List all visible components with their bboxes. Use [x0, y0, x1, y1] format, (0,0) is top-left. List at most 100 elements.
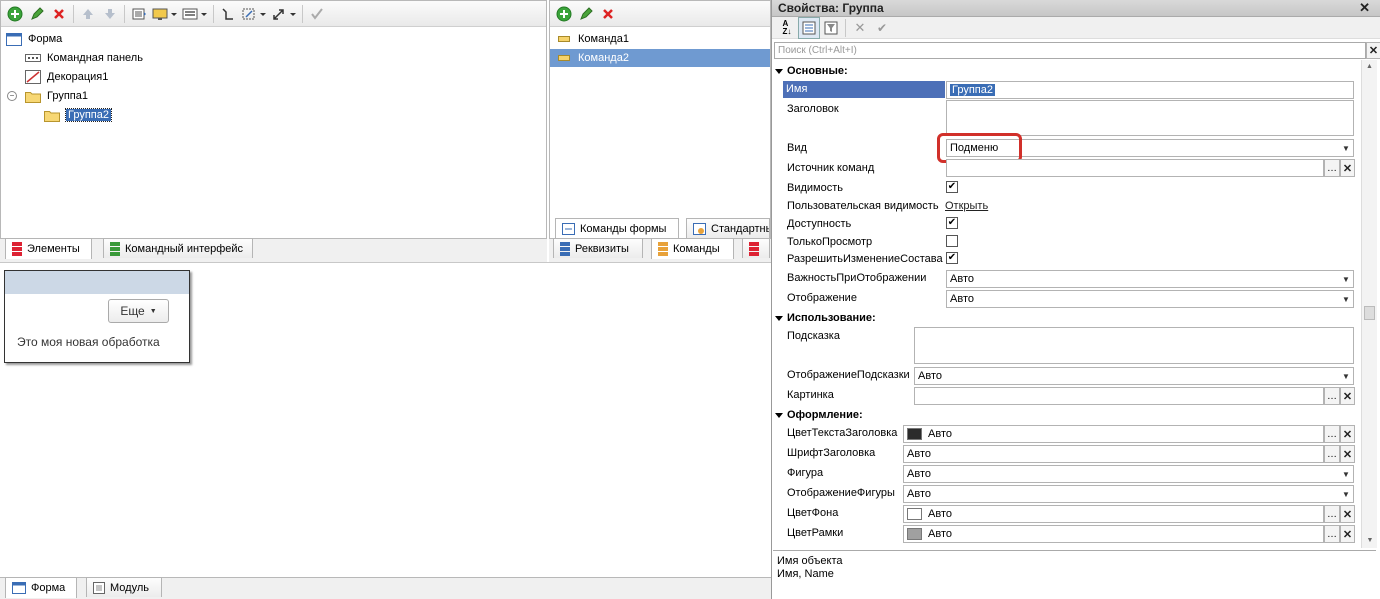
description-text: Имя, Name [777, 568, 834, 580]
tree-item-group1[interactable]: − Группа1 [7, 87, 88, 105]
tree-item-group2[interactable]: Группа2 [44, 106, 112, 124]
title-color-browse-button[interactable]: … [1324, 425, 1340, 443]
check-button[interactable] [306, 3, 328, 25]
allow-change-checkbox[interactable]: ✔ [946, 252, 958, 264]
edit-button[interactable] [26, 3, 48, 25]
visibility-checkbox[interactable]: ✔ [946, 181, 958, 193]
picture-browse-button[interactable]: … [1324, 387, 1340, 405]
clear-button[interactable]: ✕ [849, 17, 871, 39]
back-color-field[interactable]: Авто [903, 505, 1324, 523]
section-main[interactable]: Основные: [775, 63, 848, 79]
prop-label-shape: Фигура [787, 467, 824, 479]
scroll-down-icon[interactable]: ▼ [1362, 534, 1378, 548]
tree-item-form[interactable]: Форма [6, 30, 62, 48]
command-item[interactable]: Команда1 [556, 30, 770, 48]
close-icon[interactable]: ✕ [1359, 0, 1370, 16]
sort-alpha-button[interactable]: A Z↓ [776, 17, 798, 39]
monitor-icon [152, 8, 177, 20]
chevron-down-icon[interactable]: ▼ [1339, 368, 1353, 384]
tab-form-commands[interactable]: Команды формы [555, 218, 679, 239]
tab-commands[interactable]: Команды [651, 238, 734, 259]
section-design[interactable]: Оформление: [775, 407, 863, 423]
edit-command-button[interactable] [575, 3, 597, 25]
title-font-browse-button[interactable]: … [1324, 445, 1340, 463]
command-source-clear-button[interactable]: ✕ [1340, 159, 1355, 177]
more-button[interactable]: Еще ▼ [108, 299, 169, 323]
chevron-down-icon[interactable]: ▼ [1339, 291, 1353, 307]
title-color-clear-button[interactable]: ✕ [1340, 425, 1355, 443]
collapse-icon[interactable]: − [7, 91, 17, 101]
shape-select[interactable]: Авто ▼ [903, 465, 1354, 483]
back-color-clear-button[interactable]: ✕ [1340, 505, 1355, 523]
tab-attributes[interactable]: Реквизиты [553, 238, 643, 258]
tab-module[interactable]: Модуль [86, 577, 162, 597]
list-button[interactable] [128, 3, 150, 25]
display-select[interactable]: Авто ▼ [946, 290, 1354, 308]
elements-icon [12, 242, 22, 256]
filter-button[interactable] [820, 17, 842, 39]
name-field[interactable]: Группа2 [946, 81, 1354, 99]
chevron-down-icon[interactable]: ▼ [1339, 140, 1353, 156]
chevron-down-icon[interactable]: ▼ [1339, 466, 1353, 482]
tree-item-command-bar[interactable]: Командная панель [25, 49, 143, 67]
tab-standard-commands[interactable]: Стандартны [686, 218, 770, 238]
tooltip-display-select[interactable]: Авто ▼ [914, 367, 1354, 385]
tab-label: Стандартны [711, 222, 770, 235]
add-command-button[interactable] [553, 3, 575, 25]
tree-item-label: Группа2 [65, 108, 112, 122]
monitor-button[interactable] [150, 3, 180, 25]
delete-icon [603, 8, 613, 19]
prop-label-title-font: ШрифтЗаголовка [787, 447, 876, 459]
back-color-browse-button[interactable]: … [1324, 505, 1340, 523]
border-color-clear-button[interactable]: ✕ [1340, 525, 1355, 543]
border-color-browse-button[interactable]: … [1324, 525, 1340, 543]
title-font-clear-button[interactable]: ✕ [1340, 445, 1355, 463]
command-source-browse-button[interactable]: … [1324, 159, 1340, 177]
importance-select[interactable]: Авто ▼ [946, 270, 1354, 288]
command-item-selected[interactable]: Команда2 [550, 49, 770, 67]
readonly-checkbox[interactable] [946, 235, 958, 247]
expand-button[interactable] [269, 3, 299, 25]
picture-clear-button[interactable]: ✕ [1340, 387, 1355, 405]
tab-more[interactable] [742, 238, 770, 258]
user-visibility-open-link[interactable]: Открыть [945, 200, 988, 212]
scroll-up-icon[interactable]: ▲ [1362, 60, 1377, 74]
connect-button[interactable] [217, 3, 239, 25]
section-usage[interactable]: Использование: [775, 310, 876, 326]
caption-field[interactable] [946, 100, 1354, 136]
command-source-field[interactable] [946, 159, 1324, 177]
border-color-field[interactable]: Авто [903, 525, 1324, 543]
categorize-button[interactable] [798, 16, 820, 39]
move-up-button[interactable] [77, 3, 99, 25]
clear-search-button[interactable]: ✕ [1366, 42, 1380, 59]
properties-scrollbar[interactable]: ▲ ▼ [1361, 60, 1377, 548]
form-preview-header [5, 271, 189, 294]
enabled-checkbox[interactable]: ✔ [946, 217, 958, 229]
title-font-field[interactable]: Авто [903, 445, 1324, 463]
tooltip-field[interactable] [914, 327, 1354, 364]
x-icon: ✕ [1342, 448, 1353, 461]
property-search-input[interactable]: Поиск (Ctrl+Alt+I) [774, 42, 1366, 59]
x-icon: ✕ [1342, 528, 1353, 541]
delete-command-button[interactable] [597, 3, 619, 25]
tab-form[interactable]: Форма [5, 577, 77, 598]
tab-label: Команды [673, 243, 720, 255]
apply-button[interactable]: ✔ [871, 17, 893, 39]
add-button[interactable] [4, 3, 26, 25]
move-down-button[interactable] [99, 3, 121, 25]
tab-elements[interactable]: Элементы [5, 238, 92, 259]
delete-button[interactable] [48, 3, 70, 25]
title-color-field[interactable]: Авто [903, 425, 1324, 443]
scroll-thumb[interactable] [1364, 306, 1375, 320]
resize-icon [242, 8, 266, 19]
chevron-down-icon[interactable]: ▼ [1339, 271, 1353, 287]
layout-button[interactable] [180, 3, 210, 25]
tab-command-interface[interactable]: Командный интерфейс [103, 238, 253, 258]
shape-display-select[interactable]: Авто ▼ [903, 485, 1354, 503]
prop-label-view: Вид [787, 142, 807, 154]
chevron-down-icon[interactable]: ▼ [1339, 486, 1353, 502]
picture-field[interactable] [914, 387, 1324, 405]
resize-button[interactable] [239, 3, 269, 25]
tree-item-decoration[interactable]: Декорация1 [25, 68, 108, 86]
module-icon [93, 581, 105, 594]
